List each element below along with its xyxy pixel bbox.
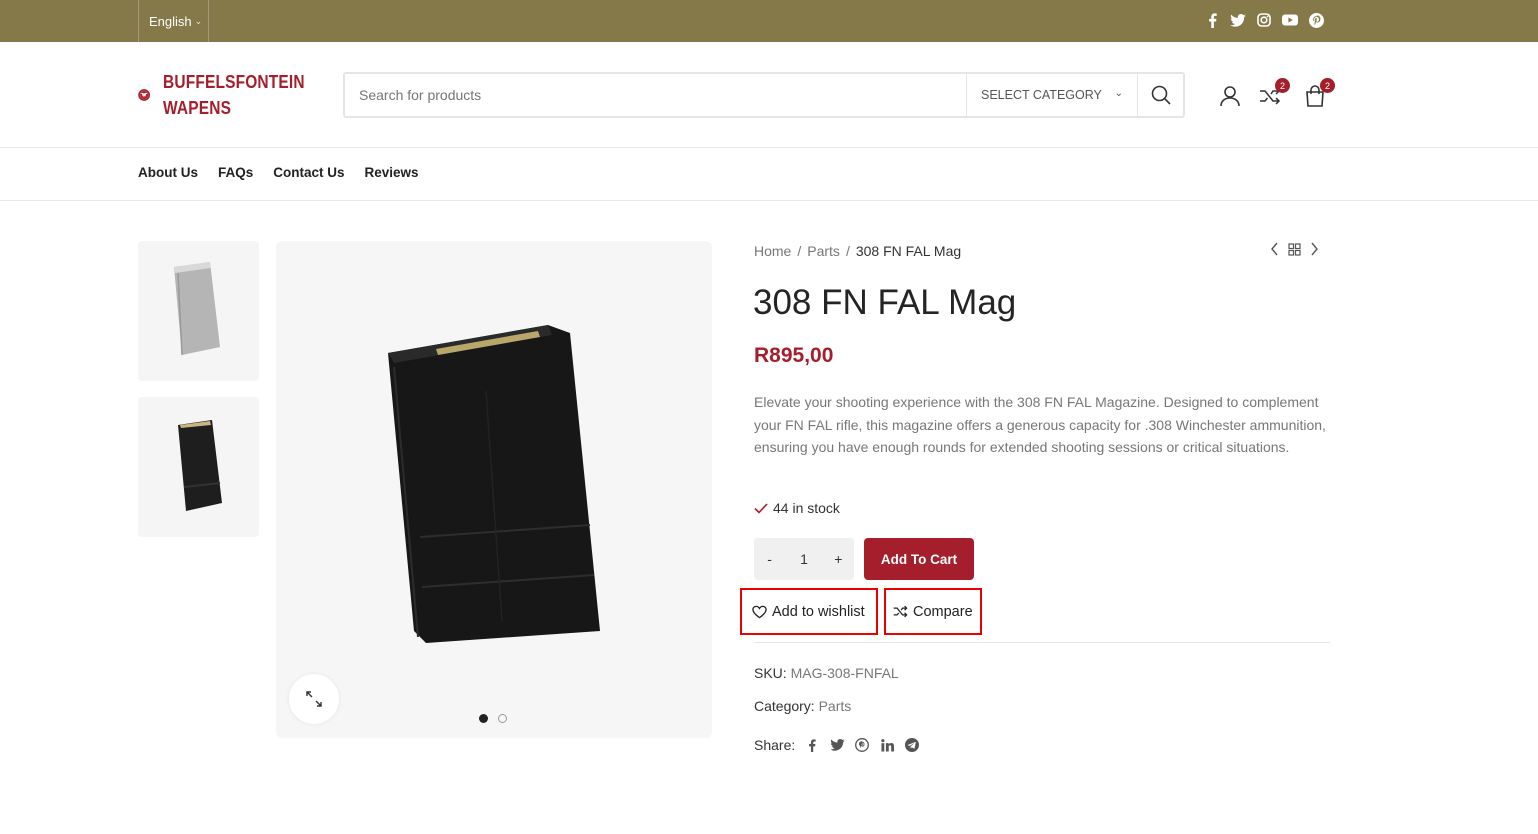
breadcrumb-parts[interactable]: Parts: [807, 243, 840, 259]
language-selector[interactable]: English ⌄: [138, 0, 209, 42]
magazine-image-black: [177, 420, 222, 511]
stock-status: 44 in stock: [754, 500, 840, 516]
main-navigation: About Us FAQs Contact Us Reviews: [0, 148, 1538, 201]
site-header: BUFFELSFONTEIN WAPENS SELECT CATEGORY ⌄ …: [0, 42, 1538, 148]
language-label: English: [149, 13, 192, 29]
social-links: [1204, 12, 1324, 28]
gallery-dot-2[interactable]: [498, 714, 507, 723]
product-price: R895,00: [754, 344, 834, 367]
compare-label: Compare: [913, 603, 973, 620]
product-main-image[interactable]: [276, 241, 712, 738]
logo-line-2: WAPENS: [163, 98, 232, 118]
compare-count-badge: 2: [1275, 78, 1290, 93]
chevron-down-icon: ⌄: [1114, 88, 1123, 99]
product-sku: SKU: MAG-308-FNFAL: [754, 665, 899, 681]
search-icon: [1151, 85, 1171, 105]
category-label: Category:: [754, 698, 815, 714]
checkmark-icon: [754, 502, 768, 514]
product-navigation: [1270, 242, 1319, 256]
category-link[interactable]: Parts: [819, 698, 852, 714]
breadcrumb-separator: /: [797, 243, 802, 259]
gallery-dot-1[interactable]: [479, 714, 488, 723]
user-icon: [1220, 86, 1240, 107]
product-description: Elevate your shooting experience with th…: [754, 394, 1326, 455]
product-category: Category: Parts: [754, 698, 851, 714]
sku-label: SKU:: [754, 665, 787, 681]
add-to-cart-button[interactable]: Add To Cart: [864, 538, 974, 580]
stock-text: 44 in stock: [773, 500, 840, 516]
expand-icon: [306, 691, 322, 707]
gallery-thumbnail-2[interactable]: [138, 397, 259, 537]
cart-count-badge: 2: [1320, 78, 1335, 93]
account-button[interactable]: [1218, 84, 1242, 108]
category-select-label: SELECT CATEGORY: [981, 88, 1102, 102]
search-button[interactable]: [1137, 74, 1183, 116]
quantity-input[interactable]: 1: [785, 551, 823, 567]
site-logo[interactable]: BUFFELSFONTEIN WAPENS: [138, 66, 328, 124]
buffalo-logo-icon: [138, 89, 150, 101]
nav-item-contact-us[interactable]: Contact Us: [273, 165, 344, 180]
wishlist-label: Add to wishlist: [772, 603, 865, 620]
product-title: 308 FN FAL Mag: [753, 283, 1017, 322]
compare-button[interactable]: Compare: [884, 588, 982, 635]
linkedin-icon[interactable]: [879, 737, 895, 753]
add-to-wishlist-button[interactable]: Add to wishlist: [740, 588, 878, 635]
breadcrumb-home[interactable]: Home: [754, 243, 791, 259]
pinterest-icon[interactable]: [854, 737, 870, 753]
expand-image-button[interactable]: [289, 674, 339, 724]
category-select[interactable]: SELECT CATEGORY ⌄: [966, 74, 1137, 116]
cart-button[interactable]: 2: [1303, 78, 1335, 108]
breadcrumb-separator: /: [845, 243, 850, 259]
grid-icon[interactable]: [1288, 242, 1301, 256]
facebook-icon[interactable]: [804, 737, 820, 753]
pinterest-icon[interactable]: [1308, 12, 1324, 28]
telegram-icon[interactable]: [904, 737, 920, 753]
nav-item-reviews[interactable]: Reviews: [365, 165, 419, 180]
breadcrumb: Home / Parts / 308 FN FAL Mag: [754, 243, 961, 259]
breadcrumb-current: 308 FN FAL Mag: [855, 243, 962, 259]
compare-header-button[interactable]: 2: [1258, 78, 1290, 108]
facebook-icon[interactable]: [1204, 12, 1220, 28]
gallery-thumbnail-1[interactable]: [138, 241, 259, 381]
share-links: Share:: [754, 737, 920, 753]
chevron-down-icon: ⌄: [194, 15, 203, 26]
divider: [754, 642, 1330, 643]
quantity-plus-button[interactable]: +: [823, 551, 854, 567]
chevron-left-icon[interactable]: [1270, 242, 1280, 256]
search-form: SELECT CATEGORY ⌄: [343, 72, 1185, 118]
top-bar: English ⌄: [0, 0, 1538, 42]
magazine-image-black-large: [388, 325, 600, 643]
search-input[interactable]: [345, 74, 966, 116]
share-label: Share:: [754, 737, 796, 753]
nav-item-faqs[interactable]: FAQs: [218, 165, 253, 180]
chevron-right-icon[interactable]: [1309, 242, 1319, 256]
shuffle-icon: [893, 605, 908, 618]
nav-item-about-us[interactable]: About Us: [138, 165, 198, 180]
quantity-stepper: - 1 +: [754, 538, 854, 580]
youtube-icon[interactable]: [1282, 12, 1298, 28]
logo-line-1: BUFFELSFONTEIN: [163, 72, 305, 92]
instagram-icon[interactable]: [1256, 12, 1272, 28]
twitter-icon[interactable]: [829, 737, 845, 753]
logo-wordmark: BUFFELSFONTEIN WAPENS: [163, 69, 305, 121]
twitter-icon[interactable]: [1230, 12, 1246, 28]
magazine-image-grey: [173, 262, 220, 356]
gallery-pagination: [479, 714, 507, 723]
quantity-minus-button[interactable]: -: [754, 551, 785, 567]
sku-value: MAG-308-FNFAL: [790, 665, 899, 681]
heart-icon: [752, 605, 767, 618]
